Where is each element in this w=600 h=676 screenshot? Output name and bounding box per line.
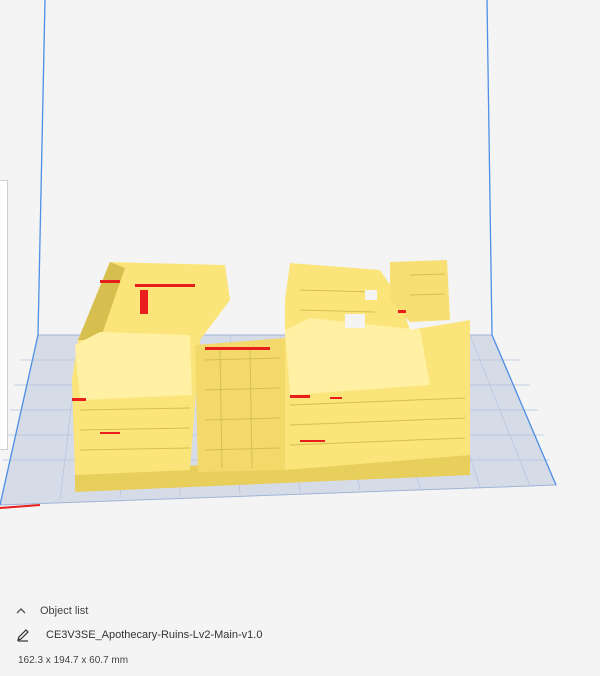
object-panel: Object list CE3V3SE_Apothecary-Ruins-Lv2… [0,598,600,676]
3d-viewport[interactable] [0,0,600,590]
pencil-icon[interactable] [16,628,30,642]
object-dimensions: 162.3 x 194.7 x 60.7 mm [18,655,129,666]
x-axis-indicator [0,504,41,509]
chevron-up-icon [16,608,26,614]
object-list-label: Object list [40,605,89,617]
object-name-row[interactable]: CE3V3SE_Apothecary-Ruins-Lv2-Main-v1.0 [16,628,262,642]
model-ce3v3se-apothecary-ruins [72,260,470,492]
collapsed-side-panel[interactable] [0,180,8,450]
object-name: CE3V3SE_Apothecary-Ruins-Lv2-Main-v1.0 [46,629,263,641]
object-list-toggle[interactable]: Object list [14,604,88,618]
